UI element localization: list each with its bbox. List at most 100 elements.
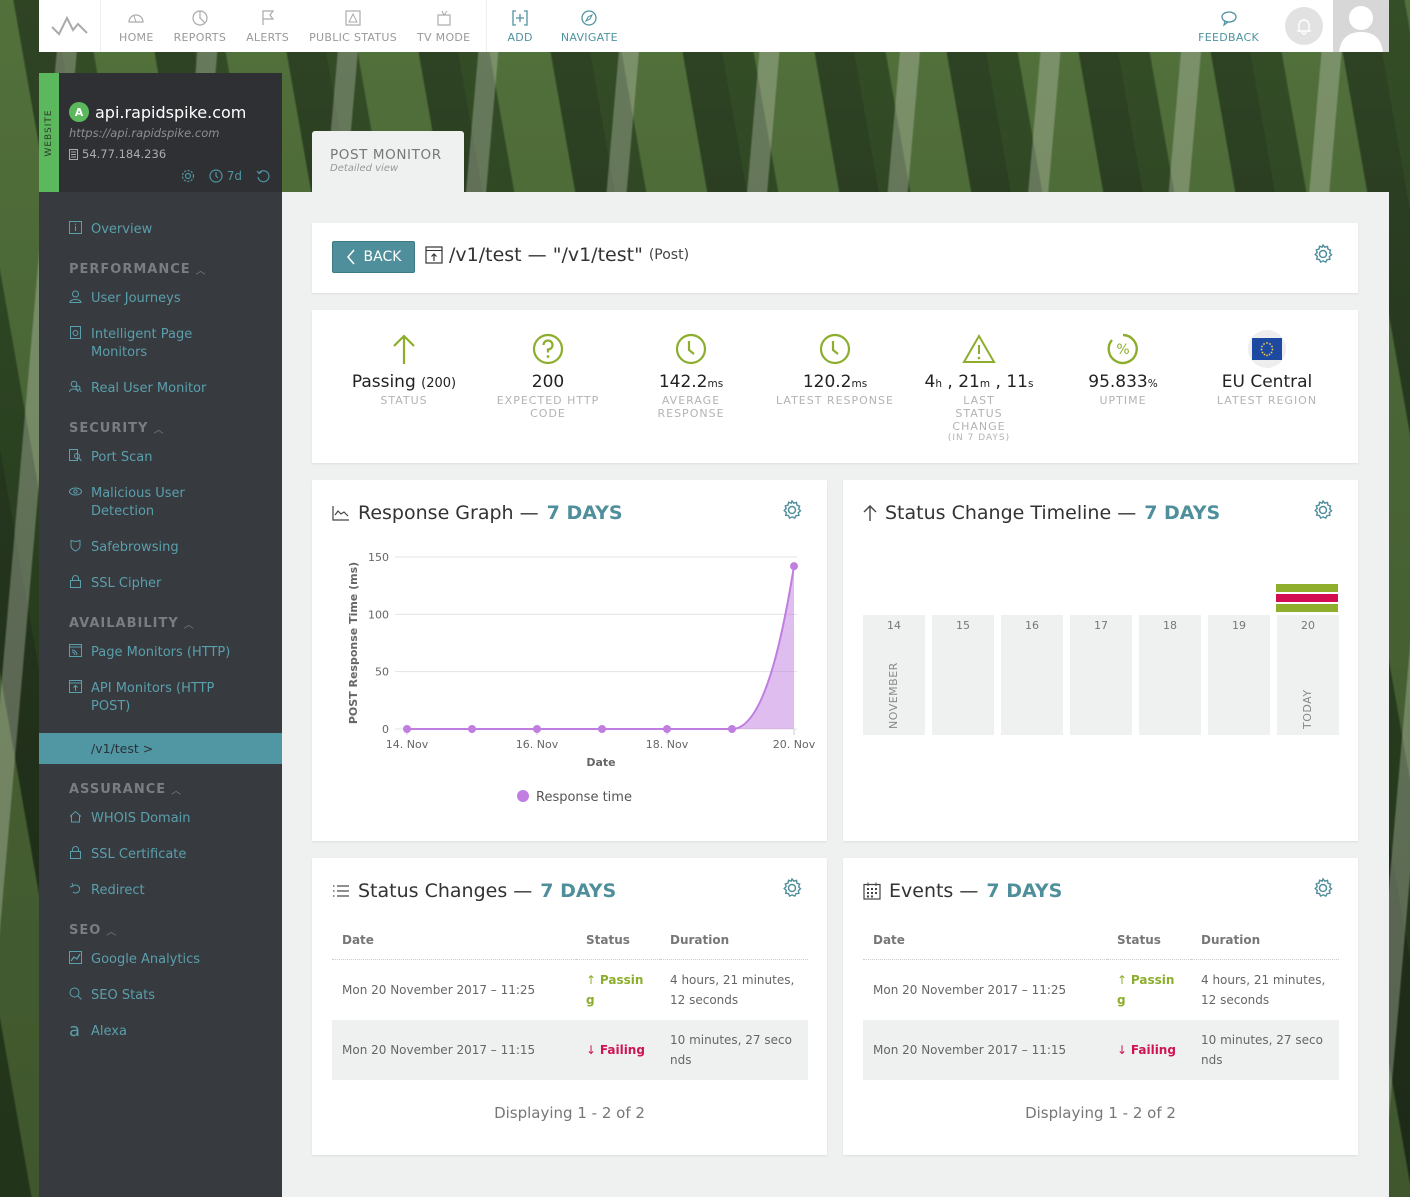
section-availability[interactable]: AVAILABILITY ︿ xyxy=(39,602,282,635)
table-row[interactable]: Mon 20 November 2017 – 11:25 ↑ Passing 4… xyxy=(332,960,808,1021)
section-assurance[interactable]: ASSURANCE ︿ xyxy=(39,764,282,801)
nav-public-status[interactable]: PUBLIC STATUS xyxy=(299,0,407,52)
stat-label: LAST STATUS CHANGE xyxy=(952,394,1006,433)
feedback-button[interactable]: FEEDBACK xyxy=(1188,0,1269,52)
arrow-up-icon: ↑ xyxy=(586,973,600,987)
sidebar-item-user-journeys[interactable]: User Journeys xyxy=(39,281,282,317)
timeline-day[interactable]: 15 xyxy=(932,615,994,735)
settings-gear-icon[interactable] xyxy=(1312,877,1334,899)
settings-gear-icon[interactable] xyxy=(1312,499,1334,521)
timeline-day[interactable]: 14 NOVEMBER xyxy=(863,615,925,735)
timeline-card: Status Change Timeline — 7 DAYS 14 NOVEMB… xyxy=(843,480,1358,841)
sidebar-item-page-monitors[interactable]: Page Monitors (HTTP) xyxy=(39,635,282,671)
x-tick-label: 20. Nov xyxy=(773,738,816,751)
sidebar-item-label: Alexa xyxy=(91,1024,127,1039)
pagination-info: Displaying 1 - 2 of 2 xyxy=(494,1104,645,1122)
table-row[interactable]: Mon 20 November 2017 – 11:15 ↓ Failing 1… xyxy=(863,1020,1339,1080)
section-security[interactable]: SECURITY ︿ xyxy=(39,407,282,440)
sidebar-item-label: Port Scan xyxy=(91,450,153,465)
pie-chart-icon xyxy=(192,9,208,26)
sidebar-item-safebrowsing[interactable]: Safebrowsing xyxy=(39,530,282,566)
column-header-status[interactable]: Status xyxy=(1107,933,1191,960)
site-ip-value: 54.77.184.236 xyxy=(82,147,167,161)
timeline-day[interactable]: 17 xyxy=(1070,615,1132,735)
timeline-day[interactable]: 19 xyxy=(1208,615,1270,735)
column-header-date[interactable]: Date xyxy=(863,933,1107,960)
nav-add[interactable]: ADD xyxy=(493,0,546,52)
page-tab[interactable]: POST MONITOR Detailed view xyxy=(312,131,464,192)
x-axis-label: Date xyxy=(586,756,615,769)
row-status: ↓ Failing xyxy=(576,1020,660,1080)
refresh-icon[interactable] xyxy=(256,169,270,183)
lock-icon xyxy=(70,575,81,588)
settings-gear-icon[interactable] xyxy=(1312,243,1334,265)
sidebar-item-ssl-certificate[interactable]: SSL Certificate xyxy=(39,837,282,873)
column-header-duration[interactable]: Duration xyxy=(1191,933,1339,960)
series-line xyxy=(407,566,795,730)
sidebar-item-overview[interactable]: Overview xyxy=(39,212,282,248)
x-tick-label: 18. Nov xyxy=(646,738,689,751)
sidebar-item-intelligent-page-monitors[interactable]: Intelligent Page Monitors xyxy=(39,317,282,371)
settings-gear-icon[interactable] xyxy=(781,877,803,899)
sidebar-item-api-monitors[interactable]: API Monitors (HTTP POST) xyxy=(39,671,282,725)
clock-icon xyxy=(675,333,707,365)
sidebar-item-real-user-monitor[interactable]: Real User Monitor xyxy=(39,371,282,407)
chevron-up-icon: ︿ xyxy=(153,425,165,436)
data-point xyxy=(403,725,411,733)
timeline-day-number: 15 xyxy=(956,619,970,632)
timeline-status-bar-passing[interactable] xyxy=(1276,604,1338,612)
warning-icon xyxy=(345,9,361,26)
app-logo[interactable] xyxy=(39,0,101,52)
sidebar-item-active-monitor[interactable]: /v1/test > xyxy=(39,733,282,764)
row-status: ↑ Passing xyxy=(1117,973,1175,1007)
column-header-date[interactable]: Date xyxy=(332,933,576,960)
timeline-status-bar-passing[interactable] xyxy=(1276,584,1338,592)
panel-title: Status Change Timeline — 7 DAYS xyxy=(863,502,1220,524)
nav-home[interactable]: HOME xyxy=(109,0,164,52)
table-row[interactable]: Mon 20 November 2017 – 11:25 ↑ Passing 4… xyxy=(863,960,1339,1021)
section-title: SECURITY xyxy=(69,421,149,436)
row-duration: 4 hours, 21 minutes, 12 seconds xyxy=(670,973,795,1007)
section-seo[interactable]: SEO ︿ xyxy=(39,909,282,942)
user-avatar[interactable] xyxy=(1333,0,1389,52)
panel-title-text: Events — xyxy=(889,880,979,902)
site-url[interactable]: https://api.rapidspike.com xyxy=(69,126,219,140)
settings-gear-icon[interactable] xyxy=(181,169,195,183)
site-title[interactable]: A api.rapidspike.com xyxy=(69,102,246,122)
question-icon xyxy=(532,333,564,365)
sidebar-item-google-analytics[interactable]: Google Analytics xyxy=(39,942,282,978)
timeline-day[interactable]: 20 TODAY xyxy=(1277,615,1339,735)
column-header-status[interactable]: Status xyxy=(576,933,660,960)
section-title: AVAILABILITY xyxy=(69,616,179,631)
nav-alerts[interactable]: ALERTS xyxy=(236,0,299,52)
section-title: PERFORMANCE xyxy=(69,262,191,277)
timeline-day[interactable]: 16 xyxy=(1001,615,1063,735)
timeline-status-bar-failing[interactable] xyxy=(1276,594,1338,602)
sidebar-item-seo-stats[interactable]: SEO Stats xyxy=(39,978,282,1014)
notifications-button[interactable] xyxy=(1285,7,1323,45)
analytics-chart-icon xyxy=(69,951,82,964)
search-icon xyxy=(69,987,82,1000)
sidebar-item-port-scan[interactable]: Port Scan xyxy=(39,440,282,476)
nav-tv-mode[interactable]: TV MODE xyxy=(407,0,480,52)
period-selector[interactable]: 7d xyxy=(209,169,242,183)
stat-value: 95.833 xyxy=(1088,372,1148,392)
stat-latest-response: 120.2ms LATEST RESPONSE xyxy=(765,332,905,407)
timeline-day[interactable]: 18 xyxy=(1139,615,1201,735)
sidebar-item-whois-domain[interactable]: WHOIS Domain xyxy=(39,801,282,837)
timeline-day-number: 20 xyxy=(1301,619,1315,632)
back-button[interactable]: BACK xyxy=(332,241,415,273)
section-performance[interactable]: PERFORMANCE ︿ xyxy=(39,248,282,281)
table-row[interactable]: Mon 20 November 2017 – 11:15 ↓ Failing 1… xyxy=(332,1020,808,1080)
sidebar-item-malicious-user-detection[interactable]: Malicious User Detection xyxy=(39,476,282,530)
eu-flag-icon xyxy=(1252,338,1282,360)
nav-navigate[interactable]: NAVIGATE xyxy=(547,0,632,52)
sidebar-item-redirect[interactable]: Redirect xyxy=(39,873,282,909)
column-header-duration[interactable]: Duration xyxy=(660,933,808,960)
response-chart[interactable]: 0 50 100 150 14. Nov 16. Nov 18. Nov 20. Nov POS… xyxy=(312,480,827,841)
nav-reports[interactable]: REPORTS xyxy=(164,0,237,52)
site-name: api.rapidspike.com xyxy=(95,102,247,122)
sidebar-item-alexa[interactable]: a Alexa xyxy=(39,1014,282,1050)
sidebar-item-ssl-cipher[interactable]: SSL Cipher xyxy=(39,566,282,602)
sidebar-item-label: SEO Stats xyxy=(91,988,156,1003)
